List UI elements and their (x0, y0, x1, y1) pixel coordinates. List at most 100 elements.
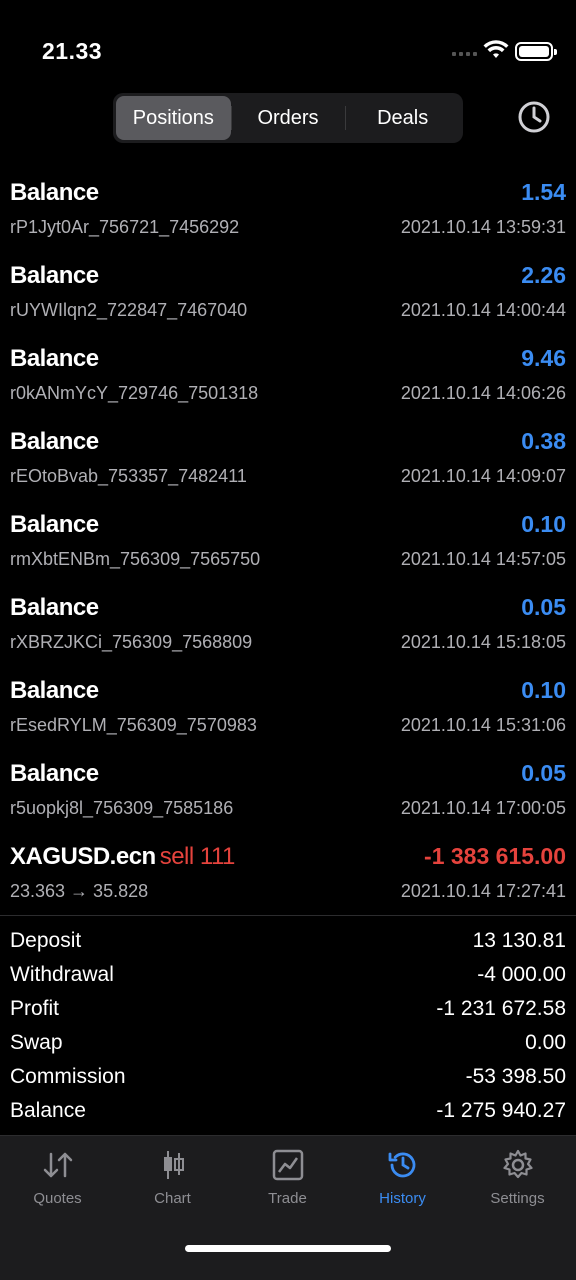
deal-comment: 23.363 → 35.828 (10, 881, 149, 901)
deal-row[interactable]: Balance 0.05 rXBRZJKCi_756309_7568809 2021.… (0, 580, 576, 663)
deal-comment: rEOtoBvab_753357_7482411 (10, 466, 247, 486)
deal-comment: rXBRZJKCi_756309_7568809 (10, 632, 253, 652)
status-time: 21.33 (42, 38, 103, 64)
summary-label: Deposit (10, 929, 82, 952)
nav-chart-label: Chart (154, 1190, 191, 1207)
deal-time: 2021.10.14 14:00:44 (400, 300, 566, 320)
deal-symbol: Balance (10, 594, 99, 622)
deal-amount: 0.10 (521, 677, 566, 703)
deal-row[interactable]: Balance 0.05 r5uopkj8l_756309_7585186 2021.… (0, 746, 576, 829)
summary-row: Swap 0.00 (0, 1027, 576, 1061)
tab-orders[interactable]: Orders (230, 96, 346, 140)
summary-row: Balance -1 275 940.27 (0, 1095, 576, 1129)
deal-title: Balance (10, 179, 99, 206)
deal-row[interactable]: Balance 0.10 rEsedRYLM_756309_7570983 2021.… (0, 663, 576, 746)
deal-time: 2021.10.14 15:31:06 (400, 715, 566, 735)
deal-symbol: XAGUSD.ecn sell 111 (10, 843, 235, 871)
deals-list: Balance 1.54 rP1Jyt0Ar_756721_7456292 2021.… (0, 165, 576, 912)
status-bar: 21.33 (0, 0, 576, 90)
nav-trade-label: Trade (268, 1190, 307, 1207)
quotes-arrows-icon (43, 1152, 72, 1178)
battery-icon (515, 42, 557, 61)
summary-label: Balance (10, 1099, 86, 1122)
nav-chart[interactable]: Chart (115, 1148, 230, 1207)
deal-title: XAGUSD.ecn (10, 843, 156, 870)
nav-quotes[interactable]: Quotes (0, 1148, 115, 1207)
summary-label: Commission (10, 1065, 126, 1088)
summary-value: 0.00 (525, 1031, 566, 1054)
deal-time: 2021.10.14 17:00:05 (400, 798, 566, 818)
deal-time: 2021.10.14 14:06:26 (400, 383, 566, 403)
home-indicator[interactable] (185, 1245, 391, 1252)
deal-amount: 0.05 (521, 594, 566, 620)
deal-comment: rUYWIlqn2_722847_7467040 (10, 300, 248, 320)
deal-symbol: Balance (10, 511, 99, 539)
deal-symbol: Balance (10, 345, 99, 373)
deal-title: Balance (10, 428, 99, 455)
deal-amount: 0.38 (521, 428, 566, 454)
summary-divider (0, 915, 576, 916)
nav-settings[interactable]: Settings (460, 1148, 575, 1207)
summary-row: Withdrawal -4 000.00 (0, 959, 576, 993)
deal-symbol: Balance (10, 179, 99, 207)
deal-time: 2021.10.14 14:57:05 (400, 549, 566, 569)
deal-comment: rP1Jyt0Ar_756721_7456292 (10, 217, 240, 237)
deal-row[interactable]: Balance 0.38 rEOtoBvab_753357_7482411 2021.… (0, 414, 576, 497)
deal-title: Balance (10, 511, 99, 538)
summary-row: Deposit 13 130.81 (0, 925, 576, 959)
deal-row[interactable]: XAGUSD.ecn sell 111 -1 383 615.00 23.363 → … (0, 829, 576, 912)
deal-title: Balance (10, 345, 99, 372)
deal-comment: r0kANmYcY_729746_7501318 (10, 383, 259, 403)
deal-amount: 2.26 (521, 262, 566, 288)
deal-symbol: Balance (10, 262, 99, 290)
deal-time: 2021.10.14 13:59:31 (400, 217, 566, 237)
deal-time: 2021.10.14 14:09:07 (400, 466, 566, 486)
summary-row: Profit -1 231 672.58 (0, 993, 576, 1027)
deal-comment: rEsedRYLM_756309_7570983 (10, 715, 257, 735)
deal-comment: rmXbtENBm_756309_7565750 (10, 549, 261, 569)
deal-operation: sell 111 (159, 843, 236, 870)
clock-icon[interactable] (515, 98, 553, 136)
tab-positions[interactable]: Positions (116, 96, 231, 140)
cellular-signal-icon (452, 52, 477, 56)
deal-amount: 1.54 (521, 179, 566, 205)
deal-row[interactable]: Balance 0.10 rmXbtENBm_756309_7565750 2021.… (0, 497, 576, 580)
deal-symbol: Balance (10, 428, 99, 456)
summary-value: 13 130.81 (472, 929, 566, 952)
tab-deals[interactable]: Deals (345, 96, 460, 140)
deal-comment: r5uopkj8l_756309_7585186 (10, 798, 234, 818)
deal-amount: 9.46 (521, 345, 566, 371)
deal-row[interactable]: Balance 1.54 rP1Jyt0Ar_756721_7456292 2021.… (0, 165, 576, 248)
nav-history-label: History (379, 1190, 426, 1207)
gear-icon (502, 1149, 533, 1179)
deal-row[interactable]: Balance 9.46 r0kANmYcY_729746_7501318 2021.… (0, 331, 576, 414)
nav-settings-label: Settings (490, 1190, 545, 1207)
summary-label: Withdrawal (10, 963, 114, 986)
summary-value: -1 231 672.58 (436, 997, 566, 1020)
summary-value: -4 000.00 (477, 963, 566, 986)
deal-row[interactable]: Balance 2.26 rUYWIlqn2_722847_7467040 2021.… (0, 248, 576, 331)
history-icon (388, 1152, 415, 1178)
summary-row: Commission -53 398.50 (0, 1061, 576, 1095)
summary-value: -53 398.50 (465, 1065, 566, 1088)
summary-label: Swap (10, 1031, 63, 1054)
nav-trade[interactable]: Trade (230, 1148, 345, 1207)
candlestick-icon (163, 1151, 184, 1179)
summary-value: -1 275 940.27 (436, 1099, 566, 1122)
deal-time: 2021.10.14 17:27:41 (400, 881, 566, 901)
nav-quotes-label: Quotes (33, 1190, 82, 1207)
bottom-tab-bar: Quotes Chart Trade History Settings (0, 1135, 576, 1280)
deal-time: 2021.10.14 15:18:05 (400, 632, 566, 652)
deal-title: Balance (10, 262, 99, 289)
deal-title: Balance (10, 760, 99, 787)
deal-amount: 0.10 (521, 511, 566, 537)
deal-symbol: Balance (10, 677, 99, 705)
deal-amount: 0.05 (521, 760, 566, 786)
wifi-icon (483, 40, 509, 58)
deal-title: Balance (10, 594, 99, 621)
deal-amount: -1 383 615.00 (424, 843, 566, 869)
summary-section: Deposit 13 130.81 Withdrawal -4 000.00 Profi… (0, 925, 576, 1129)
summary-label: Profit (10, 997, 60, 1020)
deal-title: Balance (10, 677, 99, 704)
nav-history[interactable]: History (345, 1148, 460, 1207)
